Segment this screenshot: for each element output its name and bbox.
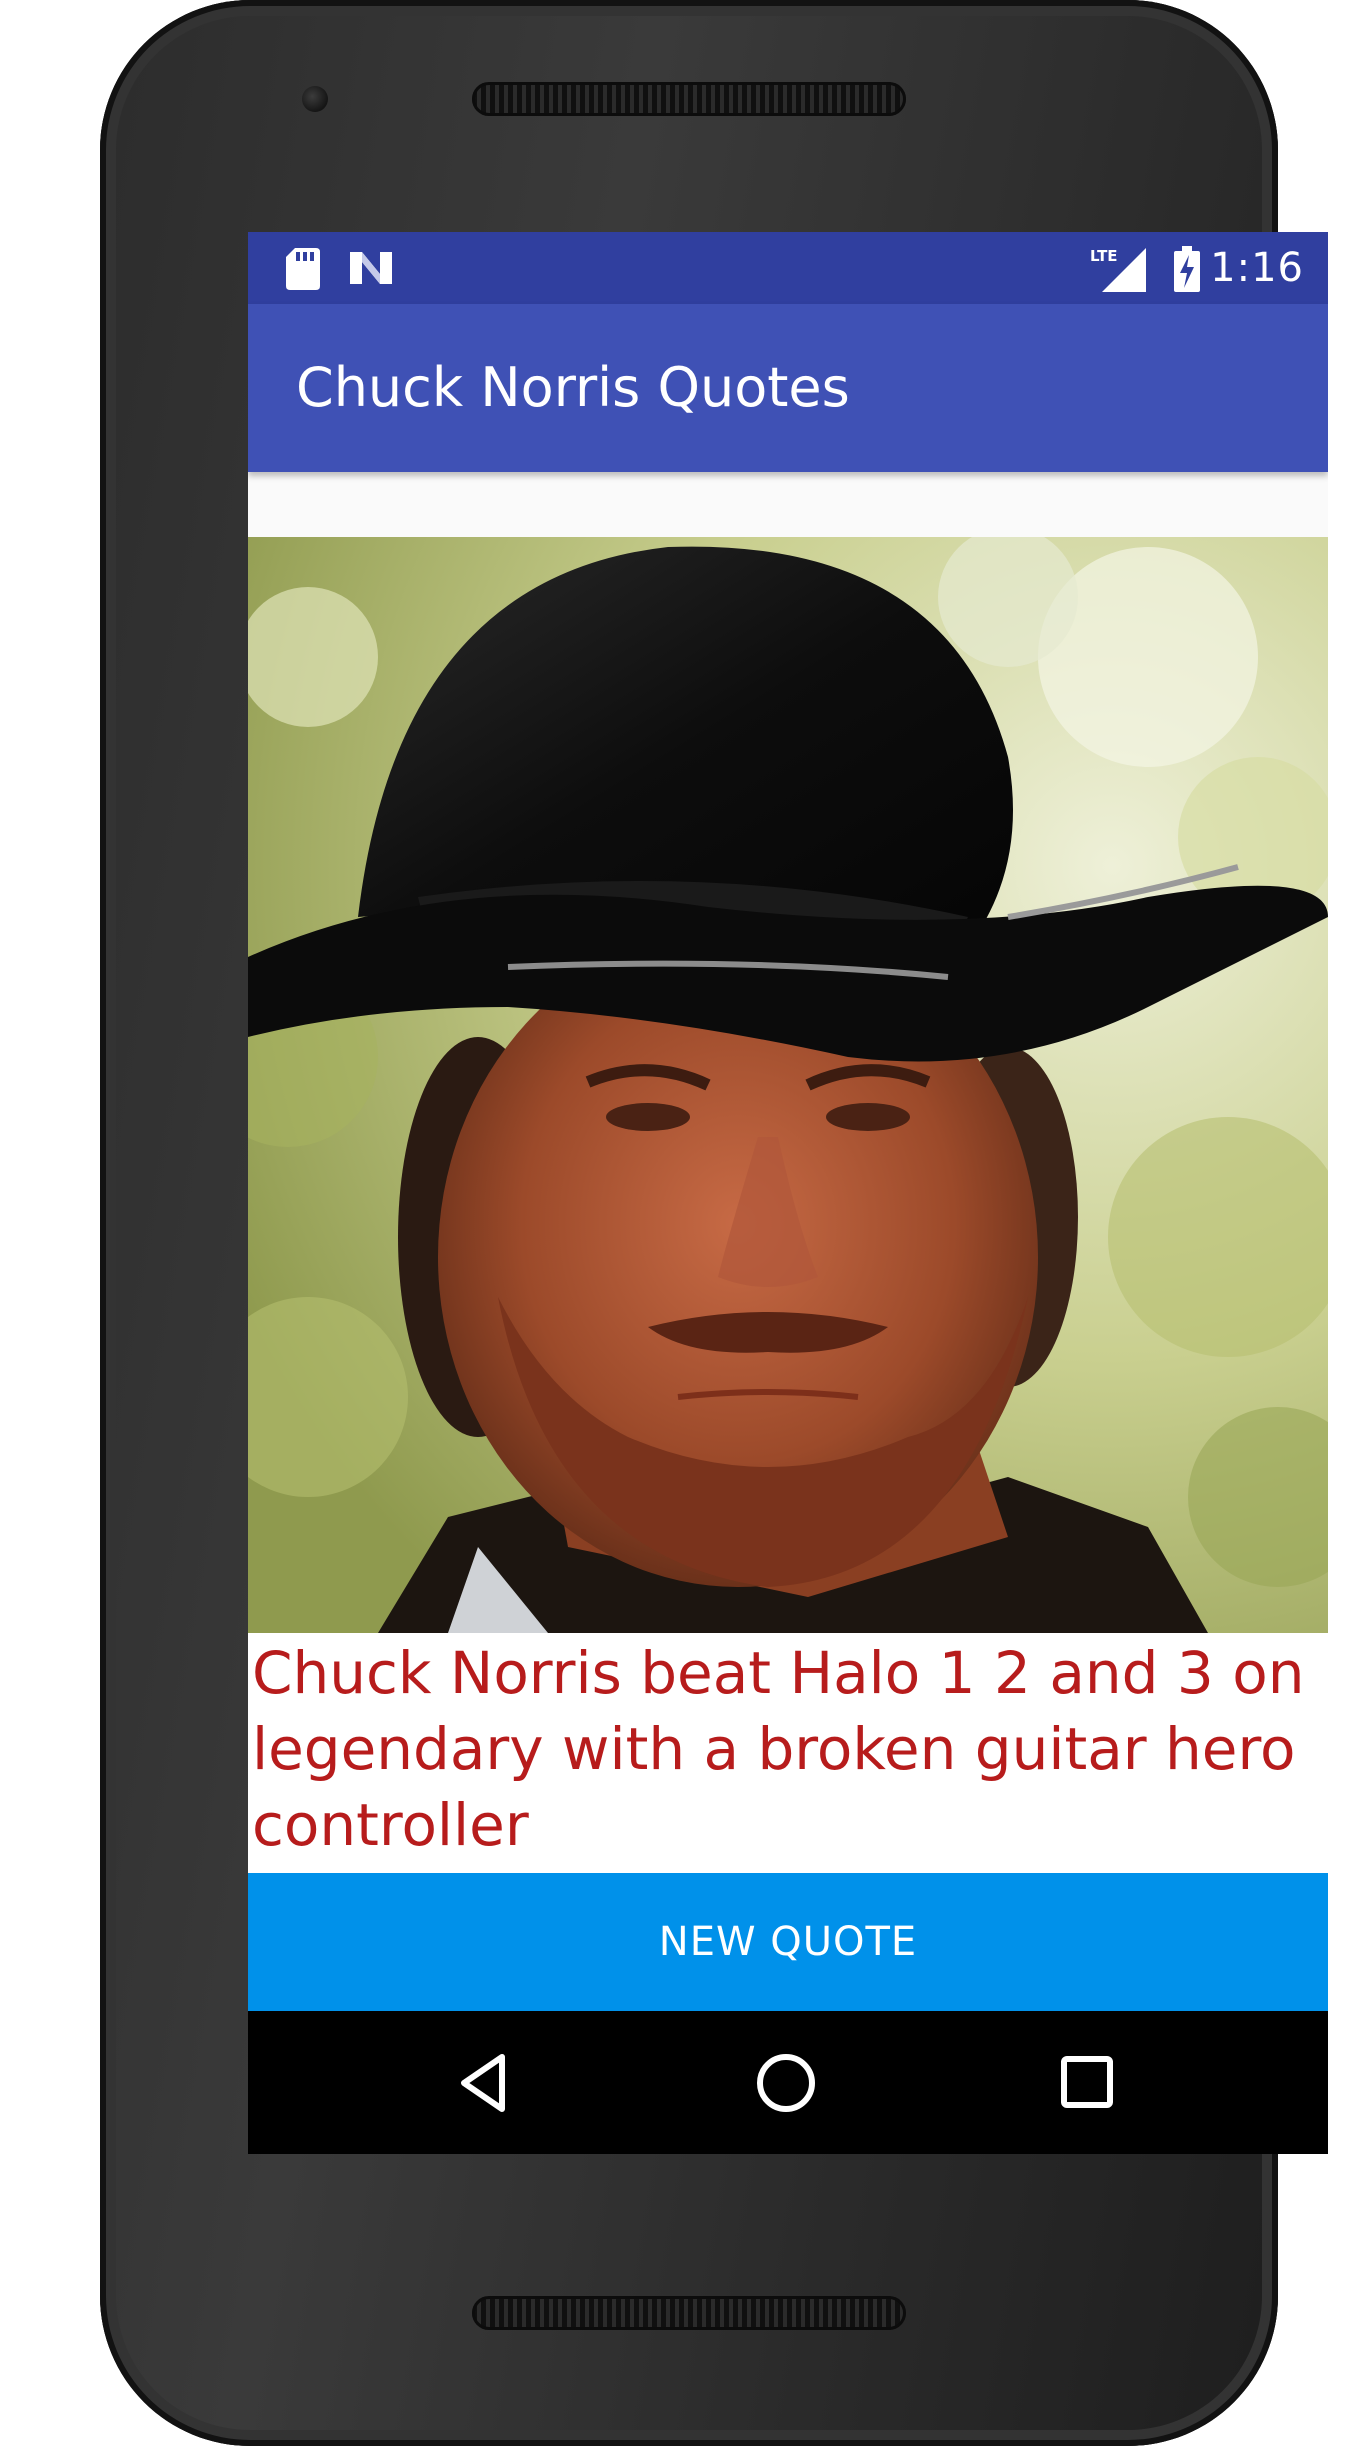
sd-card-icon xyxy=(286,248,320,290)
battery-charging-icon xyxy=(1174,246,1200,292)
status-time: 1:16 xyxy=(1210,245,1304,291)
front-camera xyxy=(302,86,328,112)
app-title: Chuck Norris Quotes xyxy=(296,356,850,419)
quote-photo xyxy=(248,537,1328,1633)
app-bar: Chuck Norris Quotes xyxy=(248,304,1328,472)
status-bar: LTE 1:16 xyxy=(248,232,1328,304)
recents-icon[interactable] xyxy=(1052,2047,1124,2119)
screen: LTE 1:16 Chuck Norris Quotes Chuck Norri… xyxy=(248,232,1328,2154)
navigation-bar xyxy=(248,2011,1328,2154)
svg-text:LTE: LTE xyxy=(1090,247,1118,265)
phone-frame: LTE 1:16 Chuck Norris Quotes Chuck Norri… xyxy=(100,0,1328,2446)
top-speaker xyxy=(472,82,906,116)
home-icon[interactable] xyxy=(750,2047,822,2119)
n-notification-icon xyxy=(350,252,392,284)
bottom-speaker xyxy=(472,2296,906,2330)
new-quote-button[interactable]: NEW QUOTE xyxy=(248,1873,1328,2011)
quote-text: Chuck Norris beat Halo 1 2 and 3 on lege… xyxy=(248,1633,1328,1873)
lte-signal-icon: LTE xyxy=(1090,247,1146,292)
back-icon[interactable] xyxy=(450,2047,522,2119)
